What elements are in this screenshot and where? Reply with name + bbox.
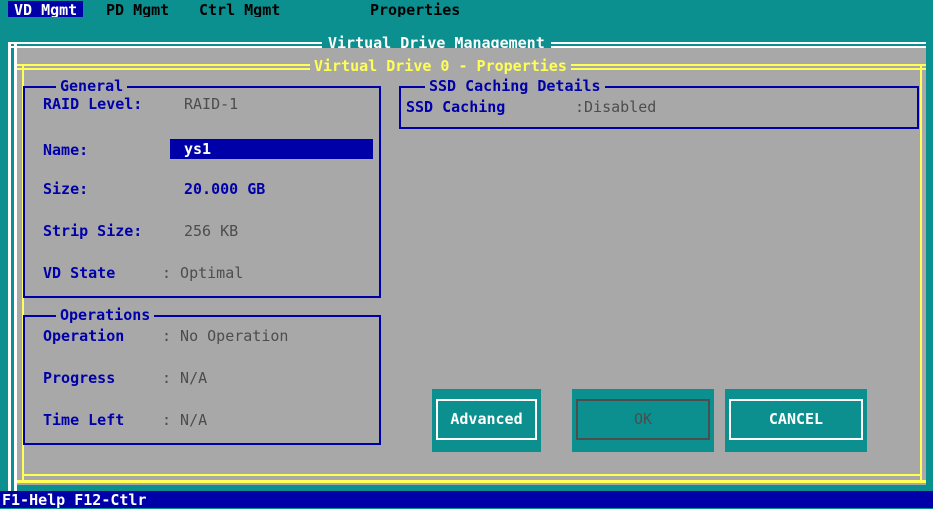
ssd-caching-value: :Disabled <box>575 98 657 116</box>
status-bar: F1-Help F12-Ctlr <box>0 491 933 508</box>
operations-title: Operations <box>56 307 155 323</box>
inner-frame-right <box>920 66 922 480</box>
operation-value: : No Operation <box>162 327 289 345</box>
progress-label: Progress <box>43 369 116 387</box>
size-label: Size: <box>43 180 89 198</box>
raid-level-value: RAID-1 <box>184 95 239 113</box>
advanced-button[interactable]: Advanced <box>436 399 537 440</box>
strip-size-label: Strip Size: <box>43 222 143 240</box>
ok-button-frame: OK <box>572 389 714 452</box>
strip-size-value: 256 KB <box>184 222 239 240</box>
ok-button[interactable]: OK <box>576 399 710 440</box>
advanced-button-frame: Advanced <box>432 389 541 452</box>
size-value: 20.000 GB <box>184 180 266 198</box>
name-label: Name: <box>43 141 89 159</box>
cancel-button-frame: CANCEL <box>725 389 867 452</box>
time-left-value: : N/A <box>162 411 208 429</box>
name-input[interactable]: ys1 <box>170 139 373 159</box>
general-title: General <box>56 78 128 94</box>
inner-frame-bottom <box>22 474 922 476</box>
ssd-caching-label: SSD Caching <box>406 98 506 116</box>
vd-state-label: VD State <box>43 264 116 282</box>
time-left-label: Time Left <box>43 411 125 429</box>
operation-label: Operation <box>43 327 125 345</box>
progress-value: : N/A <box>162 369 208 387</box>
inner-title: Virtual Drive 0 - Properties <box>310 58 571 74</box>
cancel-button[interactable]: CANCEL <box>729 399 863 440</box>
status-text: F1-Help F12-Ctlr <box>2 491 147 509</box>
raid-level-label: RAID Level: <box>43 95 143 113</box>
inner-frame-bottom-2 <box>17 480 926 483</box>
ssd-caching-title: SSD Caching Details <box>425 78 605 94</box>
vd-state-value: : Optimal <box>162 264 244 282</box>
outer-frame-left <box>8 44 11 491</box>
